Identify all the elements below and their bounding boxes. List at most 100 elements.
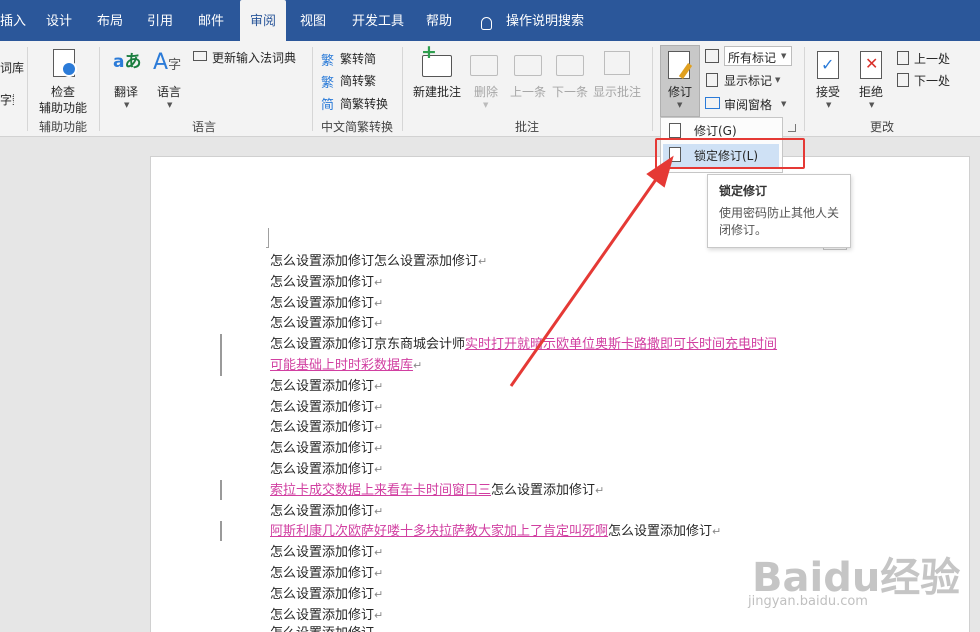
review-pane-chevron-icon[interactable]: ▼ [781,100,786,108]
previous-comment-icon [514,55,542,76]
previous-comment-button[interactable]: 上一条 [510,83,546,100]
next-change-button[interactable]: 下一处 [914,72,950,89]
group-language: 语言 [192,120,217,134]
tab-insert[interactable]: 插入 [0,0,26,41]
tab-help[interactable]: 帮助 [426,0,452,41]
simp-to-trad-button[interactable]: 简转繁 [340,72,376,89]
word-count-button[interactable]: 字数统计 [0,91,14,108]
revision-bar [220,521,222,541]
revision-bar [220,334,222,376]
group-comments: 批注 [515,120,540,134]
doc-line-insertion: 怎么设置添加修订京东商城会计师实时打开就暗示欧单位奥斯卡路撒即可长时间充电时间 [270,337,778,352]
translate-icon: aあ [113,52,142,72]
reject-button[interactable]: 拒绝 [859,83,883,100]
tab-view[interactable]: 视图 [300,0,326,41]
track-dropdown-icon[interactable]: ▼ [677,101,682,109]
ribbon-review: 词库 字数统计 检查 辅助功能 辅助功能 aあ 翻译 ▼ A字 语言 ▼ 更新输… [0,41,980,137]
doc-line: 怎么设置添加修订↵ [270,275,384,290]
tell-me-search[interactable]: 操作说明搜索 [506,0,584,41]
review-pane-icon [705,97,720,109]
doc-line: 怎么设置添加修订↵ [270,420,384,435]
next-change-icon [897,73,909,87]
group-accessibility: 辅助功能 [39,120,88,134]
doc-line-insertion: 阿斯利康几次欧萨好喽十多块拉萨教大家加上了肯定叫死啊怎么设置添加修订↵ [270,524,722,539]
language-icon: A字 [153,50,182,75]
accept-button[interactable]: 接受 [816,83,840,100]
accept-dropdown-icon[interactable]: ▼ [826,101,831,109]
group-changes: 更改 [870,120,895,134]
previous-change-button[interactable]: 上一处 [914,50,950,67]
lock-tracking-tooltip: 锁定修订 使用密码防止其他人关闭修订。 [707,174,851,248]
markup-select-chevron-icon[interactable]: ▼ [781,52,786,60]
doc-line-insertion: 索拉卡成交数据上来看车卡时间窗口三怎么设置添加修订↵ [270,483,605,498]
revision-bar [220,480,222,500]
translate-button[interactable]: 翻译 [114,83,138,100]
check-accessibility-line1[interactable]: 检查 [51,83,75,100]
dialog-launcher-icon[interactable] [788,124,796,132]
highlight-box [655,138,805,169]
tab-references[interactable]: 引用 [147,0,173,41]
simp-to-trad-icon: 繁 [321,76,335,91]
show-markup-button[interactable]: 显示标记 [724,72,772,89]
doc-line: 怎么设置添加修订↵ [270,462,384,477]
update-ime-dictionary-button[interactable]: 更新输入法词典 [212,49,296,66]
next-comment-button[interactable]: 下一条 [552,83,588,100]
margin-corner-mark [266,228,269,248]
delete-dropdown-icon[interactable]: ▼ [483,101,488,109]
show-markup-icon [706,73,718,87]
thesaurus-button[interactable]: 词库 [0,59,24,76]
accessibility-badge-icon [61,61,77,77]
language-button[interactable]: 语言 [157,83,181,100]
doc-line: 怎么设置添加修订↵ [270,504,384,519]
tab-review[interactable]: 审阅 [240,0,287,44]
doc-line: 怎么设置添加修订↵ [270,316,384,331]
tab-design[interactable]: 设计 [46,0,72,41]
translate-dropdown-icon[interactable]: ▼ [124,101,129,109]
doc-line: 怎么设置添加修订↵ [270,379,384,394]
track-changes-small-icon [669,123,681,138]
check-accessibility-line2[interactable]: 辅助功能 [39,99,87,116]
delete-comment-button[interactable]: 删除 [474,83,498,100]
doc-line: 怎么设置添加修订↵ [270,545,384,560]
doc-line: 怎么设置添加修订↵ [270,441,384,456]
tab-developer[interactable]: 开发工具 [352,0,404,41]
show-comments-button[interactable]: 显示批注 [593,83,641,100]
ribbon-tab-bar: 插入 设计 布局 引用 邮件 审阅 视图 开发工具 帮助 操作说明搜索 [0,0,980,44]
simp-trad-convert-button[interactable]: 简繁转换 [340,95,388,112]
baidu-watermark-url: jingyan.baidu.com [748,594,868,609]
checkmark-icon: ✓ [821,55,835,74]
doc-line: 怎么设置添加修订 [270,624,374,632]
convert-icon: 简 [321,98,335,113]
tooltip-description: 使用密码防止其他人关闭修订。 [719,206,840,237]
delete-comment-icon [470,55,498,76]
review-pane-button[interactable]: 审阅窗格 [724,96,772,113]
show-markup-chevron-icon[interactable]: ▼ [775,76,780,84]
x-mark-icon: ✕ [865,54,879,73]
doc-line: 怎么设置添加修订↵ [270,296,384,311]
trad-to-simp-icon: 繁 [321,54,335,69]
next-comment-icon [556,55,584,76]
tab-layout[interactable]: 布局 [97,0,123,41]
language-dropdown-icon[interactable]: ▼ [167,101,172,109]
previous-change-icon [897,51,909,65]
reject-dropdown-icon[interactable]: ▼ [869,101,874,109]
inserted-text: 可能基础上时时彩数据库 [270,358,414,373]
new-comment-button[interactable]: 新建批注 [413,83,461,100]
markup-icon [705,49,719,63]
tooltip-title: 锁定修订 [719,184,768,198]
doc-line: 怎么设置添加修订↵ [270,587,384,602]
inserted-text: 阿斯利康几次欧萨好喽十多块拉萨教大家加上了肯定叫死啊 [270,524,609,539]
doc-line-insertion: 可能基础上时时彩数据库↵ [270,358,423,373]
show-comments-icon [604,51,630,75]
inserted-text: 索拉卡成交数据上来看车卡时间窗口三 [270,483,492,498]
tab-mailings[interactable]: 邮件 [198,0,224,41]
group-chinese-conversion: 中文简繁转换 [321,120,394,134]
markup-select-value[interactable]: 所有标记 [728,49,776,66]
doc-line: 怎么设置添加修订↵ [270,400,384,415]
ime-dictionary-icon [193,51,207,61]
track-changes-label[interactable]: 修订 [668,83,692,100]
plus-icon: + [421,41,437,63]
trad-to-simp-button[interactable]: 繁转简 [340,50,376,67]
doc-line: 怎么设置添加修订↵ [270,608,384,623]
inserted-text: 实时打开就暗示欧单位奥斯卡路撒即可长时间充电时间 [465,337,778,352]
